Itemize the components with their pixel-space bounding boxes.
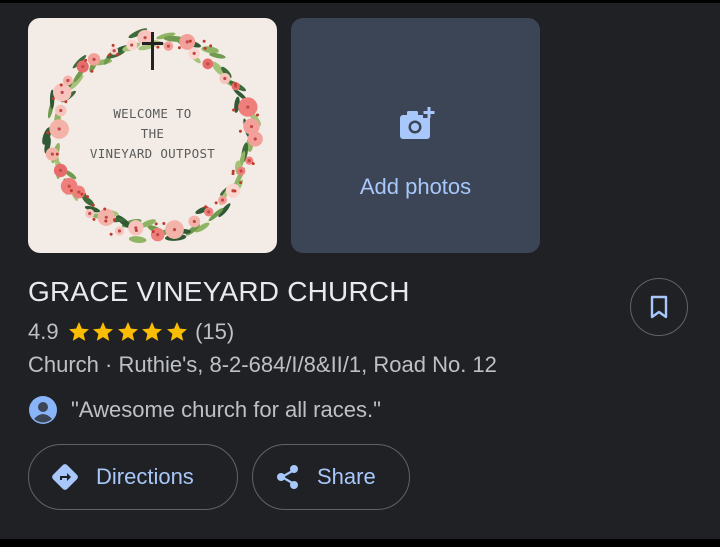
user-avatar-icon (29, 396, 57, 424)
star-icon (117, 322, 138, 341)
category-address: Church · Ruthie's, 8-2-684/I/8&II/1, Roa… (28, 352, 497, 377)
star-icon (166, 322, 187, 341)
top-edge (0, 0, 720, 3)
save-button[interactable] (630, 278, 688, 336)
welcome-text: WELCOME TO THE VINEYARD OUTPOST (28, 104, 277, 164)
directions-label: Directions (96, 464, 194, 489)
directions-button[interactable]: Directions (28, 444, 238, 510)
bottom-edge (0, 539, 720, 547)
place-title: GRACE VINEYARD CHURCH (28, 276, 410, 307)
star-icon (68, 322, 89, 341)
add-photo-camera-icon (400, 106, 435, 139)
place-photo[interactable]: WELCOME TO THE VINEYARD OUTPOST (28, 18, 277, 253)
add-photos-label: Add photos (359, 174, 472, 199)
welcome-line-3: VINEYARD OUTPOST (89, 146, 216, 161)
welcome-line-1: WELCOME TO (113, 106, 192, 121)
share-button[interactable]: Share (252, 444, 410, 510)
review-quote: "Awesome church for all races." (71, 397, 381, 422)
directions-icon (52, 464, 78, 490)
review-count: (15) (195, 319, 235, 344)
welcome-line-2: THE (140, 126, 165, 141)
rating-value: 4.9 (28, 319, 59, 344)
star-rating (67, 320, 190, 344)
rating-row[interactable]: 4.9 (15) (28, 318, 234, 346)
add-photos-button[interactable]: Add photos (291, 18, 540, 253)
star-icon (142, 322, 163, 341)
share-icon (277, 465, 298, 489)
bookmark-icon (650, 295, 668, 319)
star-icon (93, 322, 114, 341)
share-label: Share (317, 464, 376, 489)
review-snippet[interactable]: "Awesome church for all races." (29, 396, 381, 424)
